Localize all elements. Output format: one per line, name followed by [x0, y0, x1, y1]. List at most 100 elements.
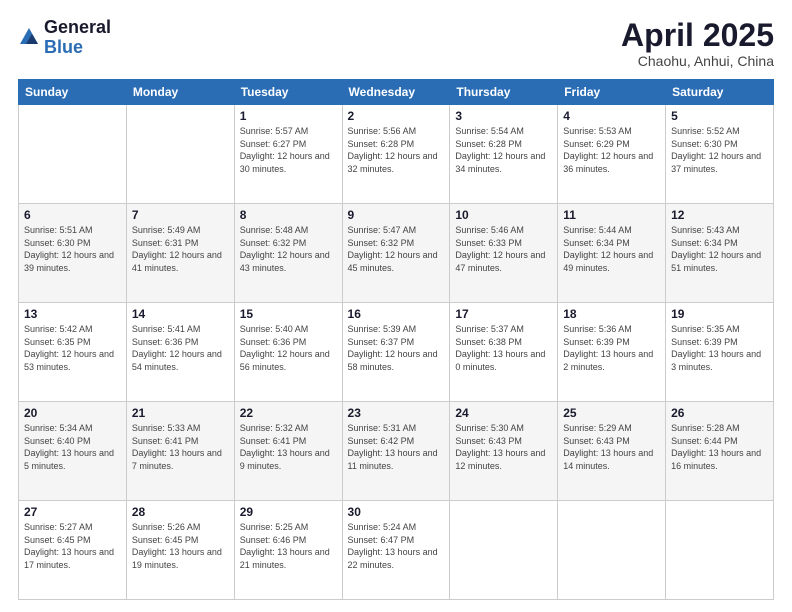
- calendar-cell: 19Sunrise: 5:35 AM Sunset: 6:39 PM Dayli…: [666, 303, 774, 402]
- page: General Blue April 2025 Chaohu, Anhui, C…: [0, 0, 792, 612]
- day-number: 30: [348, 505, 445, 519]
- day-info: Sunrise: 5:51 AM Sunset: 6:30 PM Dayligh…: [24, 224, 121, 274]
- day-info: Sunrise: 5:36 AM Sunset: 6:39 PM Dayligh…: [563, 323, 660, 373]
- title-block: April 2025 Chaohu, Anhui, China: [621, 18, 774, 69]
- day-info: Sunrise: 5:28 AM Sunset: 6:44 PM Dayligh…: [671, 422, 768, 472]
- day-number: 3: [455, 109, 552, 123]
- day-info: Sunrise: 5:42 AM Sunset: 6:35 PM Dayligh…: [24, 323, 121, 373]
- calendar-week-3: 20 Sunrise: 5:34 AM Sunset: 6:40 PM Dayli…: [19, 402, 774, 501]
- calendar-cell: 12Sunrise: 5:43 AM Sunset: 6:34 PM Dayli…: [666, 204, 774, 303]
- col-thursday: Thursday: [450, 80, 558, 105]
- day-info: Sunrise: 5:44 AM Sunset: 6:34 PM Dayligh…: [563, 224, 660, 274]
- calendar-cell: 25Sunrise: 5:29 AM Sunset: 6:43 PM Dayli…: [558, 402, 666, 501]
- calendar-cell: 3 Sunrise: 5:54 AM Sunset: 6:28 PM Daylig…: [450, 105, 558, 204]
- calendar-cell: 27 Sunrise: 5:27 AM Sunset: 6:45 PM Dayli…: [19, 501, 127, 600]
- calendar-cell: 18 Sunrise: 5:36 AM Sunset: 6:39 PM Dayli…: [558, 303, 666, 402]
- day-number: 5: [671, 109, 768, 123]
- day-info: Sunrise: 5:41 AM Sunset: 6:36 PM Dayligh…: [132, 323, 229, 373]
- day-info: Sunrise: 5:54 AM Sunset: 6:28 PM Dayligh…: [455, 125, 552, 175]
- calendar-cell: 7 Sunrise: 5:49 AM Sunset: 6:31 PM Daylig…: [126, 204, 234, 303]
- calendar-cell: 6 Sunrise: 5:51 AM Sunset: 6:30 PM Daylig…: [19, 204, 127, 303]
- calendar-cell: 16Sunrise: 5:39 AM Sunset: 6:37 PM Dayli…: [342, 303, 450, 402]
- calendar-cell: 4 Sunrise: 5:53 AM Sunset: 6:29 PM Daylig…: [558, 105, 666, 204]
- day-info: Sunrise: 5:53 AM Sunset: 6:29 PM Dayligh…: [563, 125, 660, 175]
- day-number: 7: [132, 208, 229, 222]
- calendar-cell: 26 Sunrise: 5:28 AM Sunset: 6:44 PM Dayli…: [666, 402, 774, 501]
- day-info: Sunrise: 5:35 AM Sunset: 6:39 PM Dayligh…: [671, 323, 768, 373]
- calendar-cell: [126, 105, 234, 204]
- day-number: 14: [132, 307, 229, 321]
- calendar-cell: 8Sunrise: 5:48 AM Sunset: 6:32 PM Daylig…: [234, 204, 342, 303]
- calendar-cell: 13 Sunrise: 5:42 AM Sunset: 6:35 PM Dayli…: [19, 303, 127, 402]
- calendar-table: Sunday Monday Tuesday Wednesday Thursday…: [18, 79, 774, 600]
- day-info: Sunrise: 5:24 AM Sunset: 6:47 PM Dayligh…: [348, 521, 445, 571]
- col-saturday: Saturday: [666, 80, 774, 105]
- day-info: Sunrise: 5:52 AM Sunset: 6:30 PM Dayligh…: [671, 125, 768, 175]
- col-sunday: Sunday: [19, 80, 127, 105]
- day-info: Sunrise: 5:37 AM Sunset: 6:38 PM Dayligh…: [455, 323, 552, 373]
- title-location: Chaohu, Anhui, China: [621, 53, 774, 69]
- day-number: 9: [348, 208, 445, 222]
- day-number: 29: [240, 505, 337, 519]
- calendar-cell: 10Sunrise: 5:46 AM Sunset: 6:33 PM Dayli…: [450, 204, 558, 303]
- day-info: Sunrise: 5:33 AM Sunset: 6:41 PM Dayligh…: [132, 422, 229, 472]
- day-info: Sunrise: 5:57 AM Sunset: 6:27 PM Dayligh…: [240, 125, 337, 175]
- day-number: 6: [24, 208, 121, 222]
- day-number: 12: [671, 208, 768, 222]
- calendar-cell: [558, 501, 666, 600]
- day-number: 17: [455, 307, 552, 321]
- col-wednesday: Wednesday: [342, 80, 450, 105]
- day-info: Sunrise: 5:46 AM Sunset: 6:33 PM Dayligh…: [455, 224, 552, 274]
- day-info: Sunrise: 5:40 AM Sunset: 6:36 PM Dayligh…: [240, 323, 337, 373]
- calendar-cell: 17 Sunrise: 5:37 AM Sunset: 6:38 PM Dayli…: [450, 303, 558, 402]
- day-number: 26: [671, 406, 768, 420]
- day-number: 27: [24, 505, 121, 519]
- day-number: 15: [240, 307, 337, 321]
- calendar-cell: [666, 501, 774, 600]
- calendar-cell: 2Sunrise: 5:56 AM Sunset: 6:28 PM Daylig…: [342, 105, 450, 204]
- col-monday: Monday: [126, 80, 234, 105]
- title-month: April 2025: [621, 18, 774, 53]
- calendar-cell: [19, 105, 127, 204]
- calendar-cell: 23 Sunrise: 5:31 AM Sunset: 6:42 PM Dayli…: [342, 402, 450, 501]
- calendar-cell: 1 Sunrise: 5:57 AM Sunset: 6:27 PM Daylig…: [234, 105, 342, 204]
- day-number: 11: [563, 208, 660, 222]
- header: General Blue April 2025 Chaohu, Anhui, C…: [18, 18, 774, 69]
- day-info: Sunrise: 5:26 AM Sunset: 6:45 PM Dayligh…: [132, 521, 229, 571]
- col-friday: Friday: [558, 80, 666, 105]
- day-info: Sunrise: 5:32 AM Sunset: 6:41 PM Dayligh…: [240, 422, 337, 472]
- calendar-week-0: 1 Sunrise: 5:57 AM Sunset: 6:27 PM Daylig…: [19, 105, 774, 204]
- day-number: 4: [563, 109, 660, 123]
- day-number: 13: [24, 307, 121, 321]
- day-info: Sunrise: 5:31 AM Sunset: 6:42 PM Dayligh…: [348, 422, 445, 472]
- day-number: 21: [132, 406, 229, 420]
- day-info: Sunrise: 5:30 AM Sunset: 6:43 PM Dayligh…: [455, 422, 552, 472]
- day-info: Sunrise: 5:29 AM Sunset: 6:43 PM Dayligh…: [563, 422, 660, 472]
- day-number: 2: [348, 109, 445, 123]
- calendar-cell: 20 Sunrise: 5:34 AM Sunset: 6:40 PM Dayli…: [19, 402, 127, 501]
- logo-text: General Blue: [44, 18, 111, 58]
- calendar-cell: 30 Sunrise: 5:24 AM Sunset: 6:47 PM Dayli…: [342, 501, 450, 600]
- day-info: Sunrise: 5:49 AM Sunset: 6:31 PM Dayligh…: [132, 224, 229, 274]
- day-info: Sunrise: 5:47 AM Sunset: 6:32 PM Dayligh…: [348, 224, 445, 274]
- logo-icon: [18, 26, 40, 48]
- calendar-cell: 15 Sunrise: 5:40 AM Sunset: 6:36 PM Dayli…: [234, 303, 342, 402]
- calendar-week-2: 13 Sunrise: 5:42 AM Sunset: 6:35 PM Dayli…: [19, 303, 774, 402]
- day-info: Sunrise: 5:25 AM Sunset: 6:46 PM Dayligh…: [240, 521, 337, 571]
- calendar-week-4: 27 Sunrise: 5:27 AM Sunset: 6:45 PM Dayli…: [19, 501, 774, 600]
- day-number: 8: [240, 208, 337, 222]
- day-number: 24: [455, 406, 552, 420]
- day-number: 18: [563, 307, 660, 321]
- day-info: Sunrise: 5:39 AM Sunset: 6:37 PM Dayligh…: [348, 323, 445, 373]
- day-number: 1: [240, 109, 337, 123]
- calendar-cell: 14 Sunrise: 5:41 AM Sunset: 6:36 PM Dayli…: [126, 303, 234, 402]
- day-info: Sunrise: 5:27 AM Sunset: 6:45 PM Dayligh…: [24, 521, 121, 571]
- day-number: 22: [240, 406, 337, 420]
- logo-general: General: [44, 18, 111, 38]
- calendar-cell: 28Sunrise: 5:26 AM Sunset: 6:45 PM Dayli…: [126, 501, 234, 600]
- day-number: 23: [348, 406, 445, 420]
- day-info: Sunrise: 5:34 AM Sunset: 6:40 PM Dayligh…: [24, 422, 121, 472]
- col-tuesday: Tuesday: [234, 80, 342, 105]
- calendar-cell: 29 Sunrise: 5:25 AM Sunset: 6:46 PM Dayli…: [234, 501, 342, 600]
- day-number: 20: [24, 406, 121, 420]
